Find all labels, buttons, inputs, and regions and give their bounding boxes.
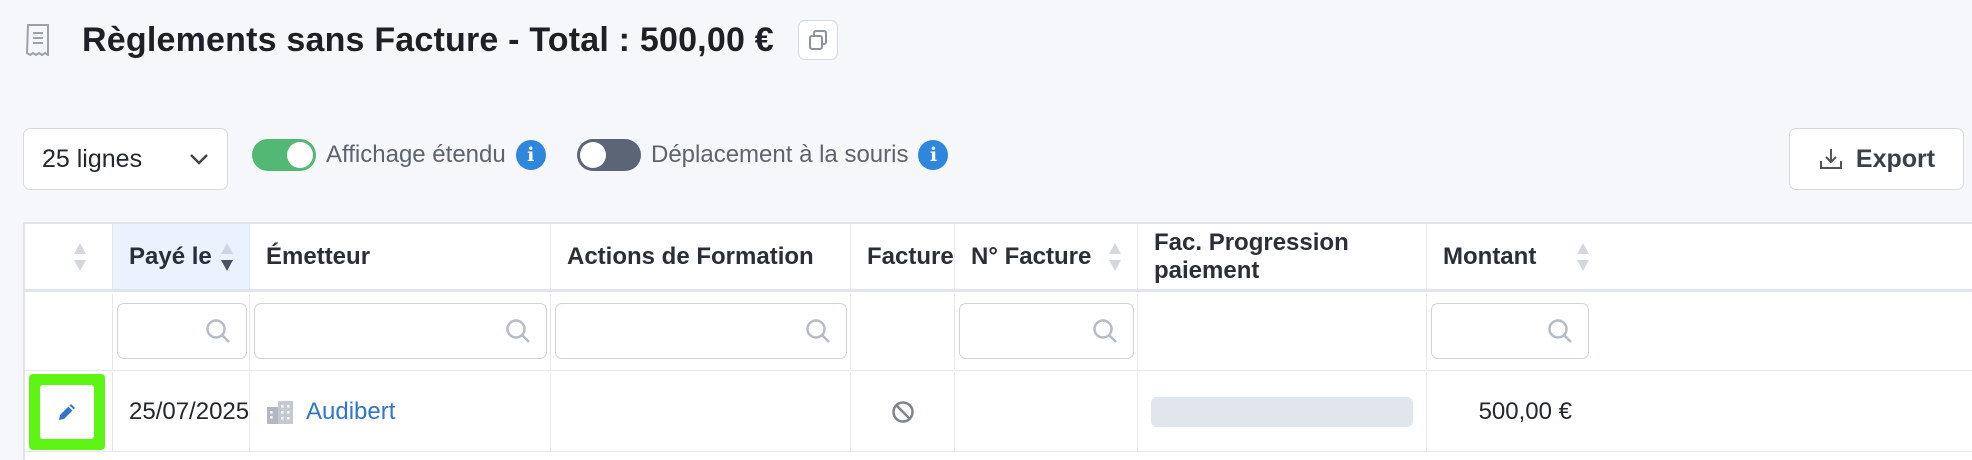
extended-view-toggle[interactable] [252,139,316,171]
mouse-drag-label: Déplacement à la souris [651,141,909,168]
filter-num-facture-input[interactable] [959,303,1134,359]
copy-icon [808,30,827,50]
sort-icon [74,242,86,271]
column-header-montant[interactable]: Montant [1427,224,1972,289]
sort-desc-icon [221,242,233,271]
page-header: Règlements sans Facture - Total : 500,00… [24,18,838,62]
toggle-deplacement-souris: Déplacement à la souris i [577,137,949,173]
column-header-progression[interactable]: Fac. Progression paiement [1138,224,1427,289]
column-header-emetteur[interactable]: Émetteur [250,224,551,289]
edit-button[interactable] [29,374,105,450]
column-header-actions-formation[interactable]: Actions de Formation [551,224,851,289]
column-header-paye-le[interactable]: Payé le [113,224,250,289]
filter-paye-le-field[interactable] [118,304,196,358]
filter-emetteur-input[interactable] [254,303,547,359]
lines-per-page-value: 25 lignes [42,144,143,173]
emetteur-link[interactable]: Audibert [306,398,395,426]
table-header-row: Payé le Émetteur Actions de Formation Fa… [25,224,1972,292]
cell-progression [1138,372,1427,451]
column-header-facture[interactable]: Facture [851,224,955,289]
column-header-num-facture[interactable]: N° Facture [955,224,1138,289]
mouse-drag-toggle[interactable] [577,139,641,171]
download-icon [1819,149,1842,169]
column-header-label: Payé le [129,242,212,270]
column-header-label: Émetteur [266,242,371,270]
column-header-label: Montant [1443,242,1537,270]
search-icon [1093,319,1117,343]
payment-progress-bar [1151,396,1413,427]
export-label: Export [1855,144,1936,173]
lines-per-page-select[interactable]: 25 lignes [23,128,228,190]
sort-icon [1109,242,1121,271]
extended-view-label: Affichage étendu [326,141,506,168]
filter-montant-field[interactable] [1432,304,1538,358]
filter-montant-input[interactable] [1431,303,1589,359]
sort-icon [1577,242,1589,271]
filter-num-facture-field[interactable] [960,304,1083,358]
payments-table: Payé le Émetteur Actions de Formation Fa… [23,222,1972,460]
cell-num-facture [955,372,1138,451]
no-invoice-icon [891,400,914,423]
filter-paye-le-input[interactable] [117,303,247,359]
column-header-label: N° Facture [971,242,1092,270]
toggle-affichage-etendu: Affichage étendu i [252,137,546,173]
filter-actions-formation-field[interactable] [556,304,796,358]
column-header-actions[interactable] [25,224,113,289]
cell-facture [851,372,955,451]
search-icon [806,319,830,343]
copy-button[interactable] [797,20,838,60]
column-header-label: Actions de Formation [567,242,814,270]
document-icon [24,23,52,57]
info-icon[interactable]: i [515,140,546,170]
montant-value: 500,00 € [1478,397,1572,425]
export-button[interactable]: Export [1789,128,1964,190]
chevron-down-icon [190,154,208,165]
search-icon [206,319,230,343]
cell-paye-le: 25/07/2025 [113,372,250,451]
filter-actions-formation-input[interactable] [555,303,847,359]
table-filter-row [25,294,1972,371]
cell-emetteur: Audibert [250,372,551,451]
search-icon [506,319,530,343]
info-icon[interactable]: i [918,140,949,170]
column-header-label: Facture [867,242,954,270]
building-icon [267,400,293,424]
cell-montant: 500,00 € [1427,372,1972,451]
column-header-label: Fac. Progression paiement [1154,228,1349,284]
cell-actions-formation [551,372,851,451]
table-row: 25/07/2025 Audibert 500,00 € [25,372,1972,452]
pencil-icon [59,404,75,420]
page-title: Règlements sans Facture - Total : 500,00… [82,20,774,59]
search-icon [1548,319,1572,343]
filter-emetteur-field[interactable] [255,304,496,358]
